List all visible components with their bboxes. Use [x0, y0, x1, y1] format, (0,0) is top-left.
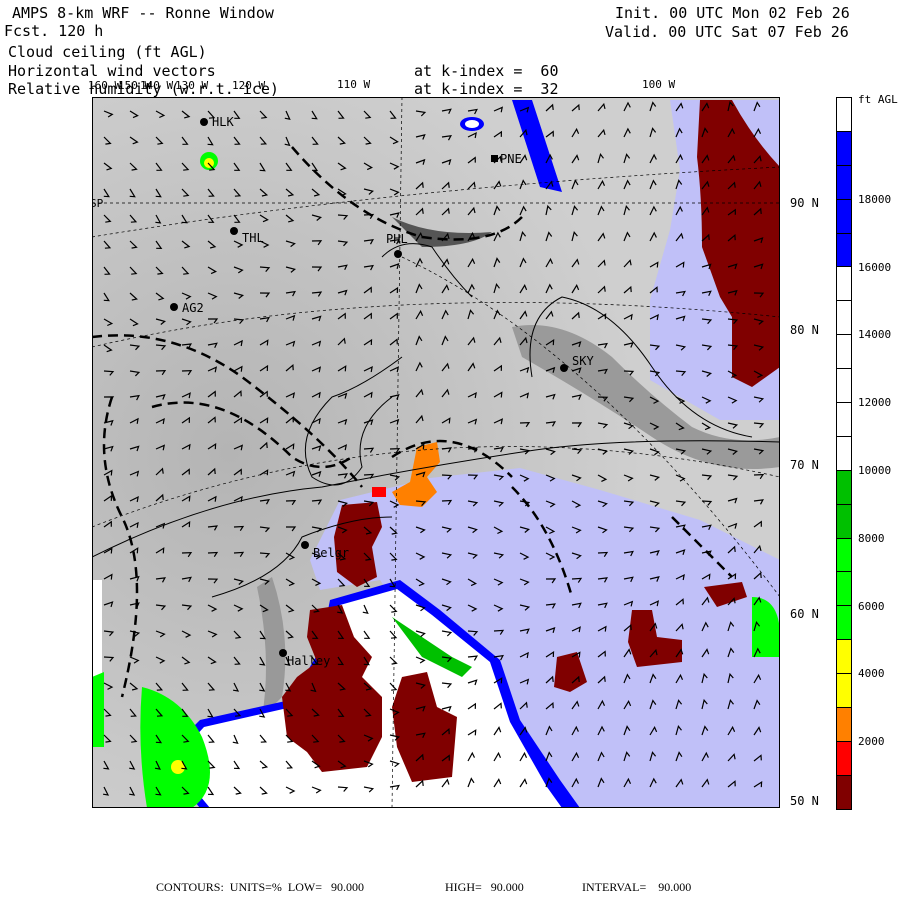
- lon-label: 160 W: [88, 79, 122, 92]
- station-label: Belgr: [313, 546, 349, 560]
- colorbar-box: [837, 741, 851, 776]
- station-label: Halley: [287, 654, 330, 668]
- colorbar-box: [837, 233, 851, 268]
- station-label: HLK: [212, 115, 234, 129]
- colorbar-box: [837, 775, 851, 809]
- station-label: SP: [92, 197, 104, 210]
- station-label: THL: [242, 231, 264, 245]
- colorbar-box: [837, 335, 851, 370]
- colorbar-label: 18000: [858, 192, 892, 206]
- wind-level: at k-index = 60: [414, 62, 559, 80]
- station-marker: [170, 303, 178, 311]
- colorbar-box: [837, 267, 851, 302]
- rh-level: at k-index = 32: [414, 80, 559, 98]
- lon-label: 120 W: [232, 79, 266, 92]
- colorbar-label: 4000: [858, 667, 885, 681]
- colorbar-box: [837, 538, 851, 573]
- station-marker: [394, 250, 402, 258]
- colorbar-units: ft AGL: [858, 93, 898, 106]
- colorbar-box: [837, 674, 851, 709]
- station-marker: [230, 227, 238, 235]
- contour-info: CONTOURS: UNITS=% LOW= 90.000: [156, 880, 364, 894]
- colorbar-box: [837, 436, 851, 471]
- forecast-hour: Fcst. 120 h: [4, 22, 104, 40]
- field-label-cloud-ceiling: Cloud ceiling (ft AGL): [8, 43, 207, 61]
- colorbar-box: [837, 708, 851, 742]
- colorbar-box: [837, 131, 851, 166]
- colorbar-label: 8000: [858, 531, 885, 545]
- station-marker: [279, 649, 287, 657]
- colorbar-label: 12000: [858, 396, 892, 410]
- station-label: PHL: [386, 232, 408, 246]
- colorbar-label: 10000: [858, 463, 892, 477]
- colorbar-box: [837, 369, 851, 404]
- colorbar-box: [837, 572, 851, 607]
- station-marker: [301, 541, 309, 549]
- colorbar-box: [837, 199, 851, 234]
- valid-time: Valid. 00 UTC Sat 07 Feb 26: [605, 23, 849, 41]
- cloud-very-low: [372, 487, 386, 497]
- colorbar-box: [837, 301, 851, 336]
- map-title: AMPS 8-km WRF -- Ronne Window: [12, 4, 274, 22]
- cloud-very-low: [204, 158, 214, 168]
- station-marker: [200, 118, 208, 126]
- lon-label: 130 W: [175, 79, 209, 92]
- colorbar-box: [837, 165, 851, 200]
- lon-label: 110 W: [337, 78, 371, 91]
- lat-label: 80 N: [790, 323, 819, 337]
- lat-label: 90 N: [790, 196, 819, 210]
- station-label: SKY: [572, 354, 594, 368]
- weather-map: HLK PNE THL PHL AG2 SKY Belgr Halley SP: [92, 97, 780, 808]
- colorbar-box: [837, 640, 851, 675]
- colorbar-box: [837, 403, 851, 437]
- init-time: Init. 00 UTC Mon 02 Feb 26: [615, 4, 850, 22]
- colorbar: [836, 97, 852, 810]
- colorbar-label: 16000: [858, 260, 892, 274]
- station-marker: [560, 364, 568, 372]
- colorbar-box: [837, 470, 851, 505]
- colorbar-label: 6000: [858, 599, 885, 613]
- lon-label: 140 W: [140, 79, 174, 92]
- lat-label: 50 N: [790, 794, 819, 808]
- station-label: AG2: [182, 301, 204, 315]
- colorbar-label: 14000: [858, 328, 892, 342]
- contour-interval: INTERVAL= 90.000: [582, 880, 692, 894]
- colorbar-box: [837, 504, 851, 539]
- contour-high: HIGH= 90.000: [445, 880, 524, 894]
- lat-label: 60 N: [790, 607, 819, 621]
- station-label: PNE: [500, 152, 522, 166]
- lat-label: 70 N: [790, 458, 819, 472]
- field-label-wind: Horizontal wind vectors: [8, 62, 216, 80]
- cloud-region: [465, 120, 479, 128]
- lon-label: 100 W: [642, 78, 676, 91]
- cloud-low: [92, 672, 104, 747]
- colorbar-label: 2000: [858, 735, 885, 749]
- colorbar-box: [837, 606, 851, 641]
- station-marker: [491, 155, 498, 162]
- colorbar-box: [837, 98, 851, 132]
